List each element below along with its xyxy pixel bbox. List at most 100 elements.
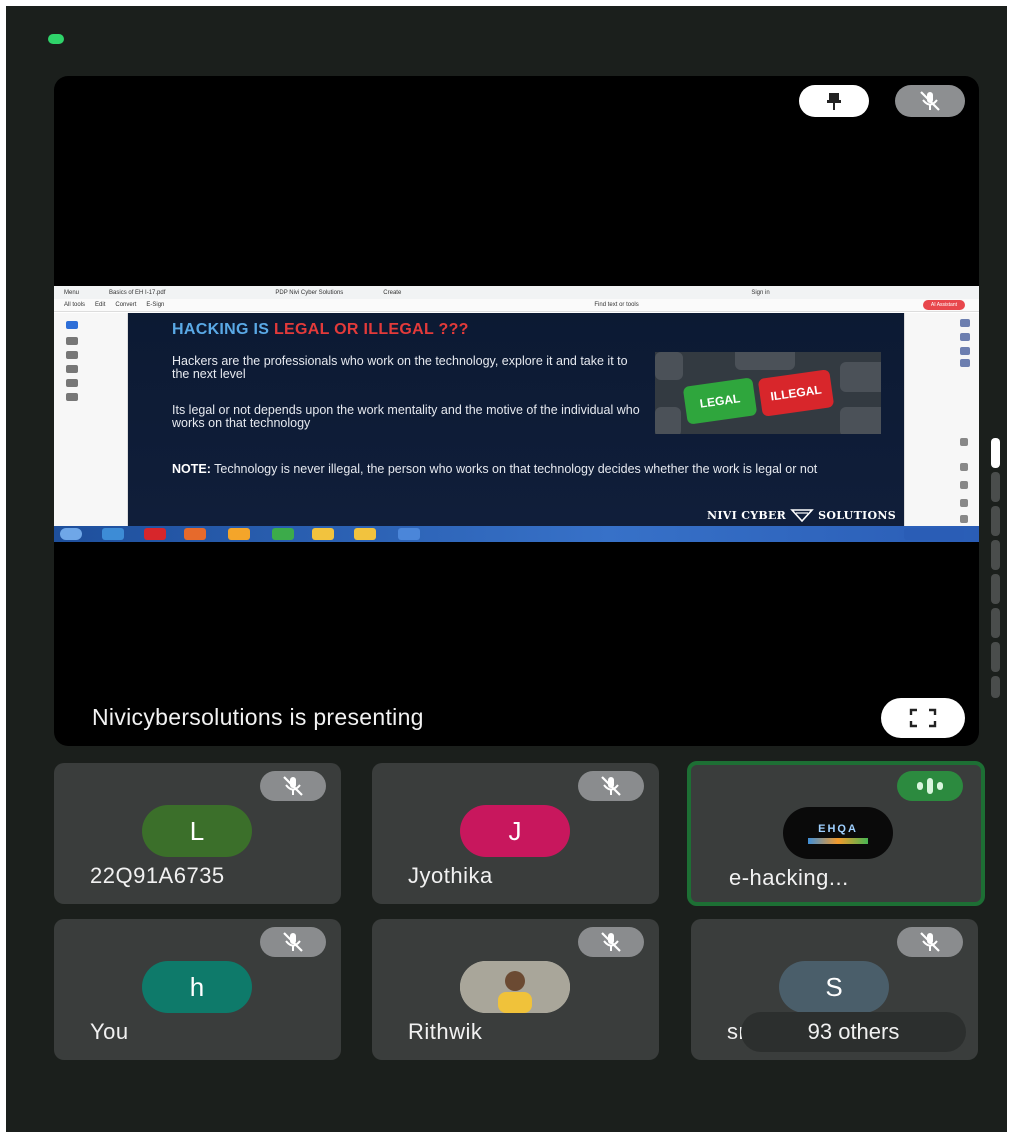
nivi-brand-logo: NIVI CYBER SOLUTIONS bbox=[707, 508, 896, 522]
avatar: h bbox=[142, 961, 252, 1013]
pdf-toolbar: All tools Edit Convert E-Sign Find text … bbox=[54, 299, 979, 312]
slide-title: HACKING IS LEGAL OR ILLEGAL ??? bbox=[172, 321, 469, 339]
keyboard-key bbox=[840, 362, 881, 392]
ie-icon[interactable] bbox=[102, 528, 124, 540]
zoom-out-icon[interactable] bbox=[960, 515, 968, 523]
tab-menu[interactable]: Menu bbox=[64, 290, 79, 296]
pen-tool-icon[interactable] bbox=[66, 351, 78, 359]
participant-tile-speaking[interactable]: EHQA e-hacking... bbox=[687, 761, 985, 906]
presentation-stage[interactable]: Menu Basics of EH I-17.pdf PDP Nivi Cybe… bbox=[54, 76, 979, 746]
find-text-input[interactable]: Find text or tools bbox=[594, 302, 638, 308]
chrome-icon[interactable] bbox=[272, 528, 294, 540]
connection-status-dot bbox=[48, 34, 64, 44]
select-tool-icon[interactable] bbox=[66, 321, 78, 329]
shield-logo-icon bbox=[790, 509, 814, 522]
participant-tile[interactable]: L 22Q91A6735 bbox=[54, 763, 341, 904]
tab-pdf[interactable]: Basics of EH I-17.pdf bbox=[109, 290, 165, 296]
pin-icon bbox=[827, 93, 841, 110]
scroll-indicator-segment bbox=[991, 574, 1000, 604]
side-tool-icon[interactable] bbox=[960, 333, 970, 341]
mic-off-badge bbox=[578, 771, 644, 801]
avatar: S bbox=[779, 961, 889, 1013]
presenting-label: Nivicybersolutions is presenting bbox=[92, 704, 424, 730]
audio-bar-icon bbox=[937, 782, 943, 790]
fullscreen-icon bbox=[909, 708, 937, 728]
zoom-in-icon[interactable] bbox=[960, 499, 968, 507]
keyboard-key bbox=[840, 407, 881, 434]
ai-assistant-button[interactable]: AI Assistant bbox=[922, 300, 965, 310]
scroll-indicator-segment bbox=[991, 642, 1000, 672]
legal-key: LEGAL bbox=[682, 377, 758, 425]
browser-tab-bar: Menu Basics of EH I-17.pdf PDP Nivi Cybe… bbox=[54, 286, 979, 299]
others-count-button[interactable]: 93 others bbox=[741, 1012, 966, 1052]
pdf-right-toolbar bbox=[904, 313, 979, 526]
participant-tile[interactable]: J Jyothika bbox=[372, 763, 659, 904]
text-tool-icon[interactable] bbox=[66, 379, 78, 387]
scroll-up-icon[interactable] bbox=[960, 463, 968, 471]
participant-name: e-hacking... bbox=[729, 865, 849, 890]
brand-right: SOLUTIONS bbox=[818, 508, 896, 522]
folder-icon[interactable] bbox=[354, 528, 376, 540]
scroll-indicator-active[interactable] bbox=[991, 438, 1000, 468]
participant-tile-self[interactable]: h You bbox=[54, 919, 341, 1060]
mic-off-badge bbox=[578, 927, 644, 957]
tab-create[interactable]: Create bbox=[383, 290, 401, 296]
eraser-tool-icon[interactable] bbox=[66, 365, 78, 373]
participant-tile-overflow[interactable]: S sra 93 others bbox=[691, 919, 978, 1060]
media-icon[interactable] bbox=[228, 528, 250, 540]
comment-tool-icon[interactable] bbox=[66, 337, 78, 345]
side-tool-icon[interactable] bbox=[960, 359, 970, 367]
system-tray[interactable] bbox=[904, 528, 964, 540]
folder-icon[interactable] bbox=[312, 528, 334, 540]
acrobat-icon[interactable] bbox=[144, 528, 166, 540]
presenter-mic-off-button[interactable] bbox=[895, 85, 965, 117]
fullscreen-button[interactable] bbox=[881, 698, 965, 738]
meeting-screen: Menu Basics of EH I-17.pdf PDP Nivi Cybe… bbox=[6, 6, 1007, 1132]
avatar: J bbox=[460, 805, 570, 857]
mic-off-icon bbox=[283, 776, 303, 796]
keyboard-image: LEGAL ILLEGAL bbox=[655, 352, 881, 434]
rotate-icon[interactable] bbox=[960, 481, 968, 489]
avatar: L bbox=[142, 805, 252, 857]
audio-bar-icon bbox=[917, 782, 923, 790]
mic-off-icon bbox=[920, 91, 940, 111]
slide-title-part2: LEGAL OR ILLEGAL ??? bbox=[273, 321, 469, 338]
brand-left: NIVI CYBER bbox=[706, 508, 787, 522]
toolbar-all-tools[interactable]: All tools bbox=[64, 302, 85, 308]
audio-bar-icon bbox=[927, 778, 933, 794]
page-number-icon[interactable] bbox=[960, 438, 968, 446]
ehqa-logo: EHQA bbox=[783, 807, 893, 859]
zoom-app-icon[interactable] bbox=[398, 528, 420, 540]
toolbar-convert[interactable]: Convert bbox=[115, 302, 136, 308]
presentation-slide: HACKING IS LEGAL OR ILLEGAL ??? Hackers … bbox=[128, 313, 904, 526]
mic-off-icon bbox=[601, 932, 621, 952]
logo-stripe bbox=[808, 837, 868, 844]
start-icon[interactable] bbox=[60, 528, 82, 540]
person-photo-icon bbox=[460, 961, 570, 1013]
participant-tile[interactable]: Rithwik bbox=[372, 919, 659, 1060]
participant-name: 22Q91A6735 bbox=[90, 863, 225, 888]
scroll-indicator-segment bbox=[991, 472, 1000, 502]
windows-taskbar bbox=[54, 526, 979, 542]
speaking-indicator bbox=[897, 771, 963, 801]
mic-off-badge bbox=[260, 927, 326, 957]
mic-off-icon bbox=[601, 776, 621, 796]
sign-in-link[interactable]: Sign in bbox=[751, 290, 769, 296]
toolbar-edit[interactable]: Edit bbox=[95, 302, 105, 308]
mic-off-icon bbox=[283, 932, 303, 952]
mic-off-icon bbox=[920, 932, 940, 952]
stamp-tool-icon[interactable] bbox=[66, 393, 78, 401]
participant-name: You bbox=[90, 1019, 129, 1044]
mic-off-badge bbox=[897, 927, 963, 957]
slide-title-part1: HACKING IS bbox=[172, 321, 274, 338]
participant-name: Rithwik bbox=[408, 1019, 483, 1044]
toolbar-esign[interactable]: E-Sign bbox=[146, 302, 164, 308]
scroll-indicator-segment bbox=[991, 608, 1000, 638]
side-tool-icon[interactable] bbox=[960, 319, 970, 327]
tab-nivi[interactable]: PDP Nivi Cyber Solutions bbox=[275, 290, 343, 296]
slide-note: NOTE: Technology is never illegal, the p… bbox=[172, 463, 892, 476]
pin-button[interactable] bbox=[799, 85, 869, 117]
firefox-icon[interactable] bbox=[184, 528, 206, 540]
side-tool-icon[interactable] bbox=[960, 347, 970, 355]
illegal-key: ILLEGAL bbox=[757, 369, 835, 417]
